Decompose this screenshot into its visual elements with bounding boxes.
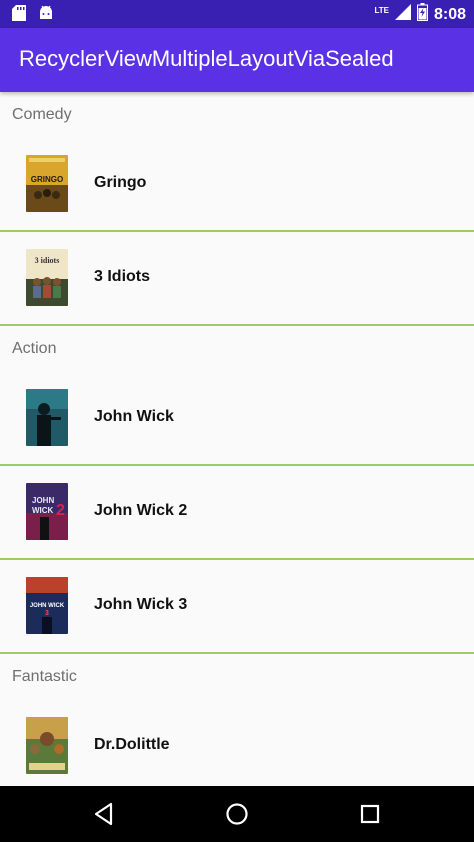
android-icon (38, 5, 54, 26)
battery-icon (416, 3, 428, 26)
signal-icon (394, 4, 411, 25)
movie-title: John Wick 3 (94, 596, 188, 613)
movie-title: John Wick (94, 408, 174, 425)
navigation-bar (0, 786, 474, 842)
svg-text:3: 3 (45, 610, 49, 617)
movie-row-dr-dolittle[interactable]: Dr.Dolittle (0, 700, 474, 786)
section-header-action: Action (12, 340, 57, 357)
svg-text:JOHN: JOHN (32, 496, 54, 505)
dr-dolittle-poster (26, 717, 68, 774)
movie-row-john-wick[interactable]: John Wick (0, 372, 474, 466)
back-icon[interactable] (90, 800, 118, 828)
recents-icon[interactable] (356, 800, 384, 828)
home-icon[interactable] (223, 800, 251, 828)
movie-row-john-wick-2[interactable]: JOHN WICK 2 John Wick 2 (0, 466, 474, 560)
clock: 8:08 (433, 5, 466, 23)
movie-title: Dr.Dolittle (94, 736, 170, 753)
svg-text:JOHN WICK: JOHN WICK (30, 603, 65, 609)
svg-text:3 idiots: 3 idiots (35, 256, 60, 265)
movie-row-john-wick-3[interactable]: JOHN WICK 3 John Wick 3 (0, 560, 474, 654)
john-wick-poster (26, 389, 68, 446)
movie-list[interactable]: Comedy GRINGO Gringo 3 idiots 3 Idiots A… (0, 92, 474, 786)
app-bar: RecyclerViewMultipleLayoutViaSealed (0, 28, 474, 92)
movie-title: 3 Idiots (94, 268, 151, 285)
svg-text:2: 2 (56, 502, 65, 519)
3-idiots-poster: 3 idiots (26, 249, 68, 306)
john-wick-3-poster: JOHN WICK 3 (26, 577, 68, 634)
sd-card-icon (12, 5, 26, 26)
svg-text:GRINGO: GRINGO (31, 175, 63, 184)
section-header-comedy: Comedy (12, 106, 72, 123)
movie-title: Gringo (94, 174, 147, 191)
gringo-poster: GRINGO (26, 155, 68, 212)
svg-text:WICK: WICK (32, 506, 54, 515)
section-header-fantastic: Fantastic (12, 668, 77, 685)
movie-row-gringo[interactable]: GRINGO Gringo (0, 138, 474, 232)
status-bar: LTE 8:08 (0, 0, 474, 28)
movie-title: John Wick 2 (94, 502, 188, 519)
john-wick-2-poster: JOHN WICK 2 (26, 483, 68, 540)
app-title: RecyclerViewMultipleLayoutViaSealed (19, 46, 394, 71)
movie-row-3-idiots[interactable]: 3 idiots 3 Idiots (0, 232, 474, 326)
network-type: LTE (374, 6, 389, 15)
